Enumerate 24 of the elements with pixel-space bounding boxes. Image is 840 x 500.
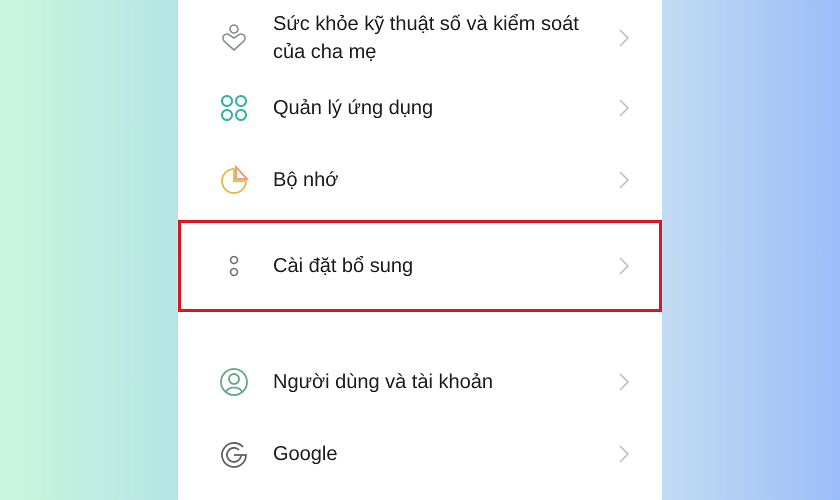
- item-label: Sức khỏe kỹ thuật số và kiểm soát của cha mẹ: [273, 12, 580, 65]
- item-label: Quản lý ứng dụng: [273, 96, 434, 121]
- chevron-right-icon: [619, 257, 629, 275]
- settings-item[interactable]: Google: [178, 418, 662, 490]
- user-circle-icon: [219, 367, 249, 397]
- settings-item[interactable]: Quản lý ứng dụng: [178, 72, 662, 144]
- heart-person-icon: [221, 23, 247, 53]
- two-dots-icon: [228, 253, 240, 279]
- chevron-right-icon: [619, 445, 629, 463]
- chevron-right-icon: [619, 373, 629, 391]
- settings-item[interactable]: Sức khỏe kỹ thuật số và kiểm soát của cha mẹ: [178, 0, 662, 72]
- pie-chart-icon: [219, 165, 249, 195]
- chevron-right-icon: [619, 99, 629, 117]
- settings-item[interactable]: Người dùng và tài khoản: [178, 346, 662, 418]
- item-label: Cài đặt bổ sung: [273, 254, 414, 279]
- chevron-right-icon: [619, 29, 629, 47]
- item-label: Google: [273, 442, 338, 467]
- item-label: Bộ nhớ: [273, 168, 340, 193]
- settings-item[interactable]: Bộ nhớ: [178, 144, 662, 216]
- g-logo-icon: [219, 439, 249, 469]
- settings-item[interactable]: Cài đặt bổ sung: [178, 220, 662, 312]
- apps-grid-icon: [220, 94, 248, 122]
- chevron-right-icon: [619, 171, 629, 189]
- item-label: Người dùng và tài khoản: [273, 370, 494, 395]
